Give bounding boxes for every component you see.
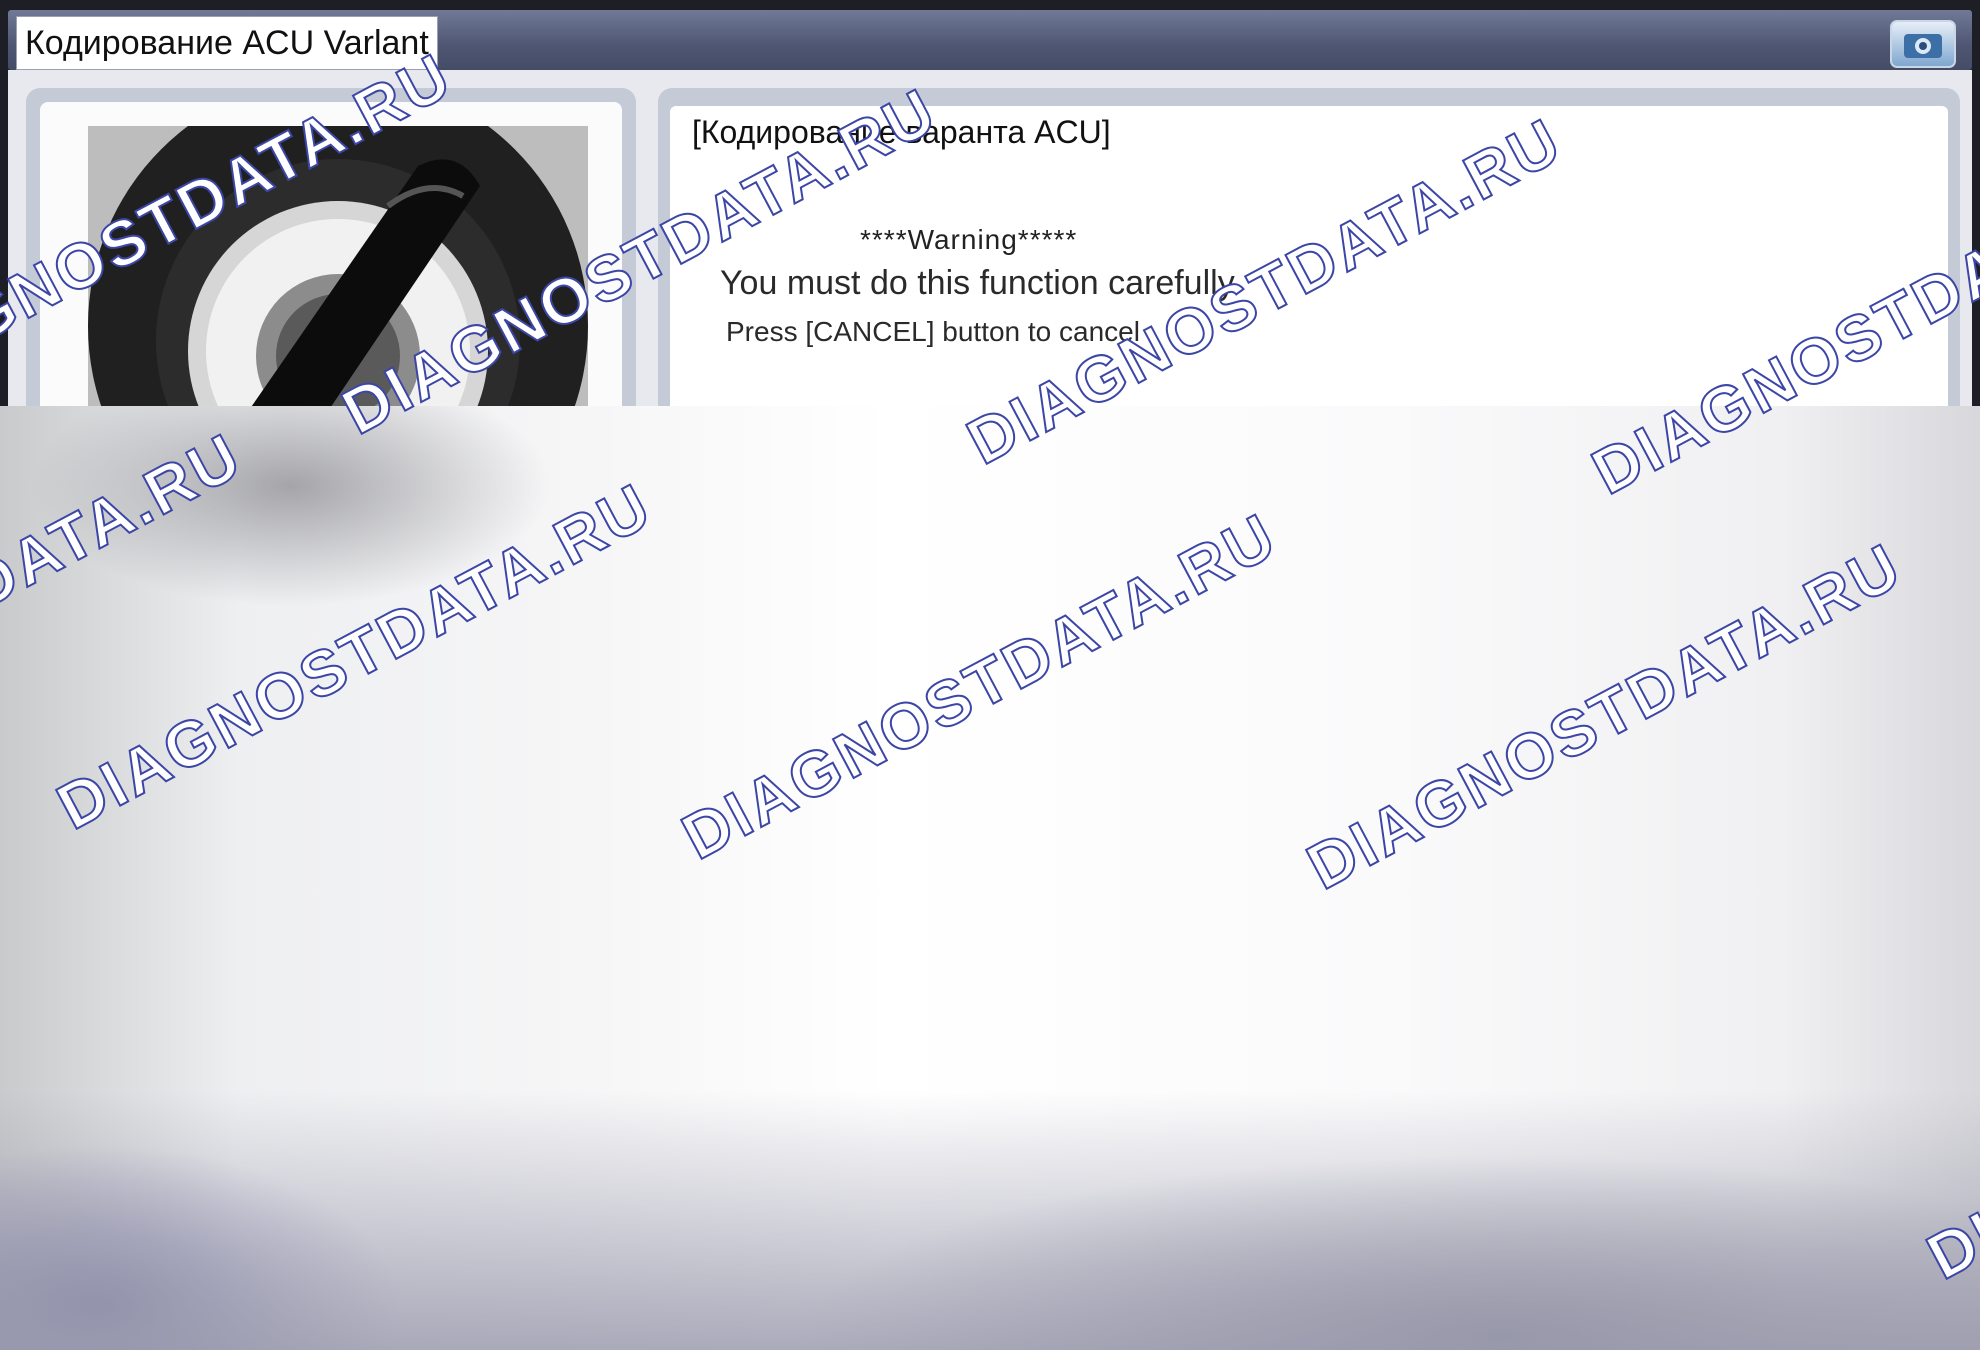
cancel-instruction: Press [CANCEL] button to cancel bbox=[726, 316, 1140, 347]
image-panel bbox=[26, 88, 636, 406]
window-title: Кодирование ACU Varlant bbox=[16, 16, 438, 70]
window-body: [Кодирование варанта ACU] ****Warning***… bbox=[8, 70, 1972, 406]
camera-icon[interactable] bbox=[1890, 20, 1956, 68]
info-panel-inner: [Кодирование варанта ACU] ****Warning***… bbox=[670, 106, 1948, 406]
info-panel: [Кодирование варанта ACU] ****Warning***… bbox=[658, 88, 1960, 406]
title-bar: Кодирование ACU Varlant bbox=[8, 10, 1972, 70]
panel-heading: [Кодирование варанта ACU] bbox=[692, 114, 1111, 150]
ignition-key-photo bbox=[88, 126, 588, 406]
app-window: Кодирование ACU Varlant [Кодирование вар… bbox=[0, 0, 1980, 406]
warning-title: ****Warning***** bbox=[860, 224, 1078, 255]
blurred-backdrop bbox=[0, 406, 1980, 1350]
image-panel-inner bbox=[40, 102, 622, 406]
backdrop-shadow bbox=[0, 1090, 1980, 1350]
warning-message: You must do this function carefully bbox=[720, 264, 1235, 302]
